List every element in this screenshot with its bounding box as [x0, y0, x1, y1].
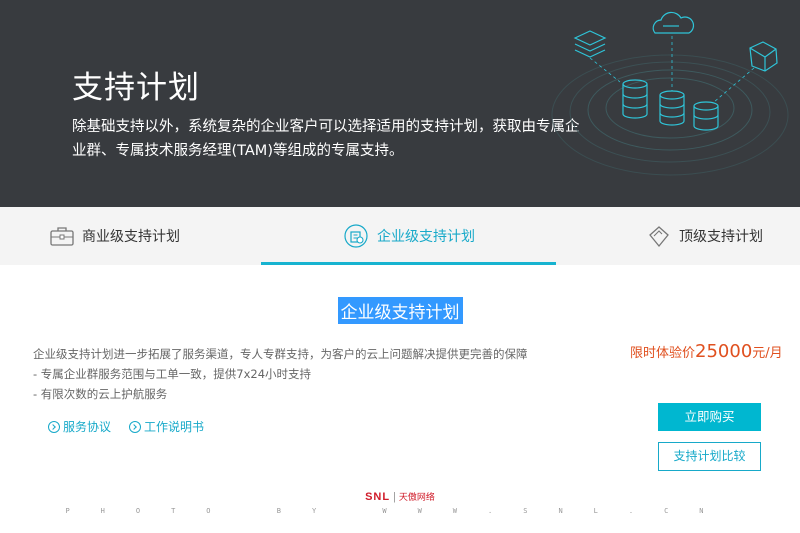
plan-title: 企业级支持计划: [337, 297, 463, 324]
arrow-circle-icon: [129, 420, 142, 433]
compare-plans-button[interactable]: 支持计划比较: [658, 442, 761, 471]
active-tab-indicator: [261, 262, 556, 265]
enterprise-icon: [344, 224, 368, 248]
statement-of-work-link[interactable]: 工作说明书: [129, 418, 204, 435]
tab-business-plan[interactable]: 商业级支持计划: [50, 207, 180, 265]
hero-description: 除基础支持以外，系统复杂的企业客户可以选择适用的支持计划，获取由专属企业群、专属…: [72, 119, 580, 159]
tab-enterprise-plan[interactable]: 企业级支持计划: [343, 207, 475, 265]
service-agreement-link[interactable]: 服务协议: [48, 418, 111, 435]
buy-now-button[interactable]: 立即购买: [658, 403, 761, 431]
link-label: 服务协议: [63, 420, 112, 434]
price-suffix: 元/月: [752, 346, 783, 361]
plan-description-line: - 有限次数的云上护航服务: [33, 387, 168, 401]
tab-label: 企业级支持计划: [377, 229, 475, 245]
cloud-database-illustration: [551, 11, 789, 176]
plan-description: 企业级支持计划进一步拓展了服务渠道，专人专群支持，为客户的云上问题解决提供更完善…: [33, 344, 593, 404]
tab-label: 商业级支持计划: [82, 229, 180, 245]
tab-label: 顶级支持计划: [679, 229, 763, 245]
arrow-circle-icon: [48, 420, 60, 433]
watermark-snl: SNL: [365, 491, 391, 503]
plan-title-wrapper: 企业级支持计划: [0, 297, 800, 324]
watermark-logo: SNL | 天傲网络: [0, 490, 800, 503]
watermark-text: PHOTO BY WWW.SNL.CN: [65, 507, 735, 515]
link-label: 工作说明书: [144, 420, 205, 434]
watermark-separator: |: [393, 491, 396, 503]
plan-price: 限时体验价25000元/月: [630, 341, 790, 365]
page-title: 支持计划: [72, 70, 200, 106]
plan-tabs: 商业级支持计划 企业级支持计划 顶级支持计划: [0, 207, 800, 265]
watermark-brand: 天傲网络: [398, 492, 435, 502]
briefcase-icon: [50, 227, 74, 246]
hero-banner: 支持计划 除基础支持以外，系统复杂的企业客户可以选择适用的支持计划，获取由专属企…: [0, 0, 800, 207]
plan-links: 服务协议 工作说明书: [48, 418, 204, 435]
plan-description-line: 企业级支持计划进一步拓展了服务渠道，专人专群支持，为客户的云上问题解决提供更完善…: [33, 347, 528, 361]
price-amount: 25000: [695, 341, 753, 362]
plan-description-line: - 专属企业群服务范围与工单一致，提供7x24小时支持: [33, 367, 312, 381]
price-prefix: 限时体验价: [630, 346, 696, 361]
tab-top-plan[interactable]: 顶级支持计划: [647, 207, 763, 265]
diamond-icon: [649, 226, 669, 248]
